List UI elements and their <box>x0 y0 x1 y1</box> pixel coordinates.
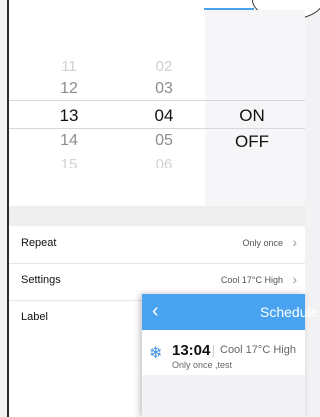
schedule-item[interactable]: ❄ 13:04 Cool 17°C High Only once ,test <box>142 330 305 376</box>
schedule-empty-area <box>142 375 305 417</box>
hour-selected[interactable]: 13 <box>34 106 104 126</box>
minute-option[interactable]: 03 <box>129 80 199 98</box>
picker-selection-line-top <box>9 100 305 101</box>
hour-option[interactable]: 11 <box>34 58 104 75</box>
minute-option[interactable]: 05 <box>129 132 199 150</box>
settings-label: Settings <box>21 274 61 286</box>
repeat-label: Repeat <box>21 237 57 249</box>
hour-option[interactable]: 12 <box>34 80 104 98</box>
chevron-right-icon: › <box>292 234 297 250</box>
settings-value: Cool 17°C High <box>220 275 283 285</box>
section-gap <box>9 206 305 226</box>
schedule-title: Schedule <box>260 304 319 320</box>
chevron-right-icon: › <box>292 271 297 287</box>
hour-option[interactable]: 15 <box>34 156 104 168</box>
schedule-subtitle: Only once ,test <box>172 360 233 370</box>
state-on-option[interactable]: ON <box>217 106 287 126</box>
hour-option[interactable]: 14 <box>34 132 104 150</box>
chevron-left-icon[interactable]: ‹ <box>152 300 159 323</box>
separator <box>213 345 214 357</box>
minute-option[interactable]: 02 <box>129 58 199 75</box>
snowflake-icon: ❄ <box>149 345 163 362</box>
repeat-row[interactable]: Repeat Only once › <box>9 226 305 264</box>
minute-option[interactable]: 06 <box>129 156 199 168</box>
minute-selected[interactable]: 04 <box>129 106 199 126</box>
time-picker[interactable]: 11 12 13 14 15 02 03 04 05 06 ON OFF <box>9 10 305 206</box>
schedule-panel: ‹ Schedule ❄ 13:04 Cool 17°C High Only o… <box>142 294 318 417</box>
repeat-value: Only once <box>242 238 283 248</box>
picker-selection-line-bottom <box>9 128 305 129</box>
schedule-time: 13:04 <box>172 342 211 359</box>
schedule-header: ‹ Schedule <box>142 294 318 330</box>
state-off-option[interactable]: OFF <box>217 132 287 152</box>
schedule-mode: Cool 17°C High <box>220 344 296 356</box>
label-label: Label <box>21 311 48 323</box>
